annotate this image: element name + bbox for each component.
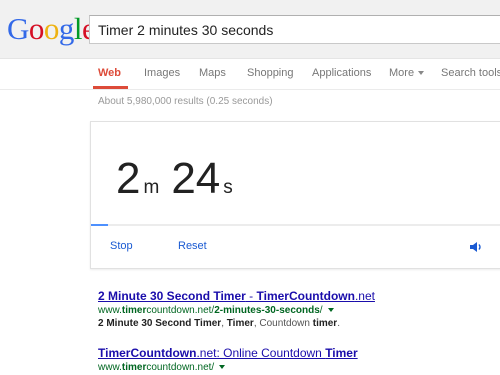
reset-button[interactable]: Reset: [178, 240, 207, 252]
timer-display: 2 m 24 s: [116, 155, 233, 203]
logo-letter: o: [43, 11, 60, 46]
logo-letter: g: [58, 11, 75, 46]
tab-shopping[interactable]: Shopping: [247, 67, 294, 79]
timer-seconds: 24: [171, 154, 221, 203]
tab-maps[interactable]: Maps: [199, 67, 226, 79]
timer-progress-fill: [91, 224, 108, 226]
result-url: www.timercountdown.net/: [98, 362, 358, 373]
active-tab-indicator: [93, 86, 128, 89]
timer-progress-track: [91, 224, 500, 226]
timer-card: 2 m 24 s Stop Reset: [90, 121, 500, 269]
tab-search-tools[interactable]: Search tools: [441, 67, 500, 79]
result-title-link[interactable]: TimerCountdown.net: Online Countdown Tim…: [98, 346, 358, 360]
tab-more[interactable]: More: [389, 67, 425, 79]
search-input[interactable]: [89, 15, 500, 44]
logo-letter: l: [73, 11, 83, 46]
search-result: TimerCountdown.net: Online Countdown Tim…: [98, 346, 358, 373]
result-url: www.timercountdown.net/2-minutes-30-seco…: [98, 305, 375, 316]
search-nav: Web Images Maps Shopping Applications Mo…: [0, 59, 500, 90]
logo-letter: o: [28, 11, 45, 46]
url-dropdown-arrow-icon[interactable]: [219, 365, 226, 370]
logo-letter: G: [7, 11, 29, 46]
chevron-down-icon: [418, 71, 425, 76]
speaker-icon[interactable]: [469, 240, 483, 254]
result-stats: About 5,980,000 results (0.25 seconds): [98, 96, 273, 107]
tab-more-label: More: [389, 67, 415, 79]
timer-minutes: 2: [116, 154, 141, 203]
url-dropdown-arrow-icon[interactable]: [327, 308, 334, 313]
google-logo[interactable]: Google: [7, 11, 96, 46]
result-title-link[interactable]: 2 Minute 30 Second Timer - TimerCountdow…: [98, 289, 375, 303]
stop-button[interactable]: Stop: [110, 240, 133, 252]
header: Google: [0, 0, 500, 59]
result-snippet: 2 Minute 30 Second Timer, Timer, Countdo…: [98, 318, 340, 329]
timer-seconds-unit: s: [223, 177, 233, 198]
timer-minutes-unit: m: [143, 177, 160, 198]
tab-applications[interactable]: Applications: [312, 67, 371, 79]
tab-web[interactable]: Web: [98, 67, 121, 79]
search-result: 2 Minute 30 Second Timer - TimerCountdow…: [98, 289, 375, 329]
tab-images[interactable]: Images: [144, 67, 180, 79]
